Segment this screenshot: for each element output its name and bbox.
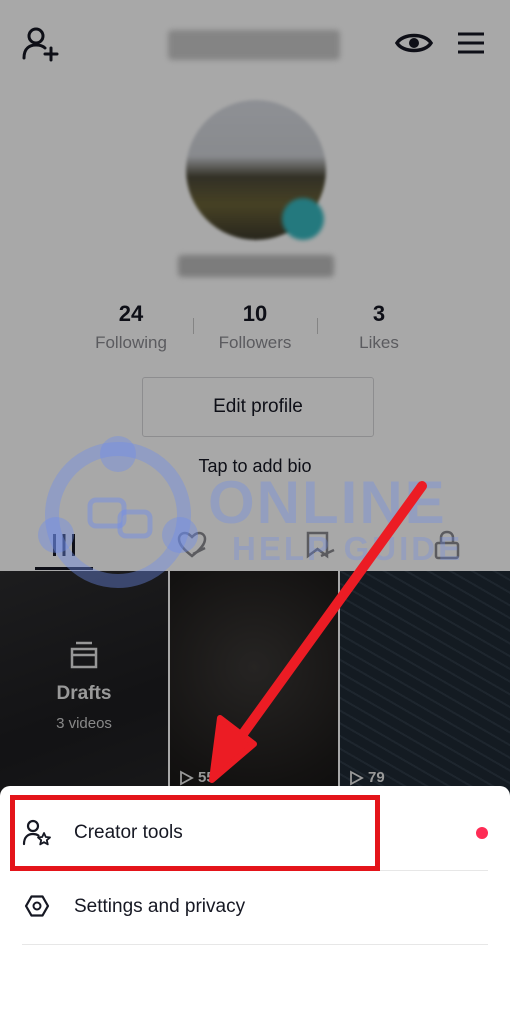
settings-privacy-label: Settings and privacy <box>74 896 246 917</box>
notification-badge <box>476 827 488 839</box>
watermark-subtext: HELP GUIDE <box>232 530 464 567</box>
watermark-text: ONLINE <box>208 469 447 536</box>
profile-screen: 24 Following 10 Followers 3 Likes Edit p… <box>0 0 510 1024</box>
settings-privacy-item[interactable]: Settings and privacy <box>0 870 510 944</box>
gear-icon <box>24 895 50 917</box>
highlight-annotation <box>10 795 380 871</box>
divider <box>22 944 488 945</box>
